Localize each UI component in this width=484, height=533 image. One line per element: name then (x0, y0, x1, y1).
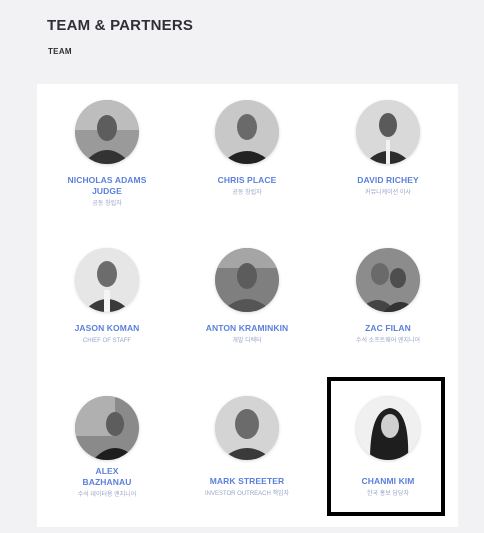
person-photo-icon (356, 100, 420, 164)
member-name: CHRIS PLACE (217, 175, 277, 185)
team-member-zac[interactable]: ZAC FILAN 수석 소프트웨어 엔지니어 (323, 248, 453, 345)
section-subtitle: TEAM (48, 47, 72, 56)
member-name: JASON KOMAN (74, 323, 140, 333)
member-role: CHIEF OF STAFF (82, 338, 132, 344)
person-photo-icon (356, 248, 420, 312)
team-member-mark[interactable]: MARK STREETER INVESTOR OUTREACH 책임자 (182, 396, 312, 498)
member-name: ANTON KRAMINKIN (205, 323, 289, 333)
person-photo-icon (75, 248, 139, 312)
member-role: 수석 소프트웨어 엔지니어 (355, 338, 421, 344)
member-role: 수석 데이터용 엔지니어 (77, 492, 137, 498)
section-title: TEAM & PARTNERS (47, 17, 194, 34)
selection-highlight (327, 377, 445, 516)
member-name: ALEX BAZHANAU (82, 466, 132, 487)
member-name: DAVID RICHEY (357, 175, 419, 185)
member-role: 공동 창립자 (232, 190, 262, 196)
person-photo-icon (75, 100, 139, 164)
team-member-chris[interactable]: CHRIS PLACE 공동 창립자 (182, 100, 312, 197)
member-role: 커뮤니케이션 이사 (365, 190, 411, 196)
member-role: 개발 디렉터 (232, 338, 262, 344)
team-member-alex[interactable]: ALEX BAZHANAU 수석 데이터용 엔지니어 (42, 396, 172, 499)
person-photo-icon (215, 100, 279, 164)
member-name: NICHOLAS ADAMS JUDGE (67, 175, 147, 196)
member-name: ZAC FILAN (365, 323, 411, 333)
member-name: MARK STREETER (209, 476, 285, 486)
member-role: 공동 창립자 (92, 201, 122, 207)
person-photo-icon (215, 248, 279, 312)
team-member-nicholas[interactable]: NICHOLAS ADAMS JUDGE 공동 창립자 (42, 100, 172, 208)
team-member-anton[interactable]: ANTON KRAMINKIN 개발 디렉터 (182, 248, 312, 345)
person-photo-icon (215, 396, 279, 460)
person-photo-icon (75, 396, 139, 460)
member-role: INVESTOR OUTREACH 책임자 (204, 491, 290, 497)
team-member-jason[interactable]: JASON KOMAN CHIEF OF STAFF (42, 248, 172, 345)
team-member-david[interactable]: DAVID RICHEY 커뮤니케이션 이사 (323, 100, 453, 197)
